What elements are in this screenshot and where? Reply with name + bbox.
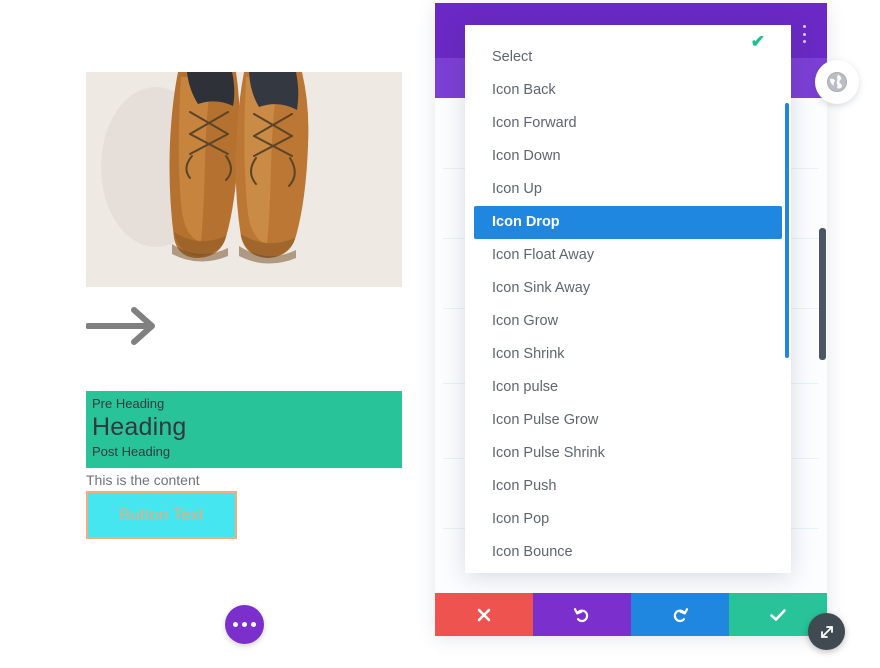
dropdown-option[interactable]: Icon Pulse Grow [465,404,791,437]
dropdown-option[interactable]: Icon Pop [465,503,791,536]
dropdown-option-label: Icon Float Away [492,247,595,263]
dropdown-option[interactable]: Icon Shrink [465,338,791,371]
undo-icon [573,607,589,622]
dropdown-option-label: Icon Pop [492,511,550,527]
dropdown-option[interactable]: Icon Bounce [465,536,791,569]
dropdown-option-label: Icon Drop [492,214,560,230]
ellipsis-dot-1 [233,622,238,627]
dropdown-options[interactable]: Select ✔ Icon Back Icon Forward Icon Down Ico… [465,25,791,569]
dropdown-scrollbar[interactable] [785,103,789,358]
dropdown-option-label: Icon Back [492,82,556,98]
check-icon: ✔ [750,32,765,51]
dropdown-option-label: Icon Forward [492,115,577,131]
content-text: This is the content [86,472,200,488]
dropdown-option[interactable]: Icon Up [465,173,791,206]
resize-handle-icon[interactable] [808,613,845,650]
screen-root: Pre Heading Heading Post Heading This is… [0,0,880,668]
dropdown-option[interactable]: Icon Forward [465,107,791,140]
arrow-right-glyph [85,307,155,345]
kebab-dot-1 [802,25,806,28]
dropdown-option-label: Icon Shrink [492,346,565,362]
cta-button[interactable]: Button Text [86,491,237,539]
dropdown-option-label: Icon pulse [492,379,559,395]
dropdown-option[interactable]: Icon Float Away [465,239,791,272]
dropdown-option[interactable]: Icon Drop [474,206,782,239]
dropdown-option[interactable]: Icon Back [465,74,791,107]
dropdown-option[interactable]: Select ✔ [465,32,791,74]
globe-glyph [827,72,847,92]
dropdown-option[interactable]: Icon Down [465,140,791,173]
kebab-dot-3 [802,40,806,43]
arrow-right-icon [85,305,206,375]
ellipsis-dot-3 [251,622,256,627]
modal-action-bar [435,593,827,636]
dropdown-option[interactable]: Icon Grow [465,305,791,338]
dropdown-option-label: Icon Grow [492,313,559,329]
cta-button-label: Button Text [119,505,204,524]
dropdown-option[interactable]: Icon Pulse Shrink [465,437,791,470]
heading-module[interactable]: Pre Heading Heading Post Heading [86,391,402,468]
page-title: Heading [92,413,187,441]
boots-illustration [86,72,402,287]
close-icon [477,608,491,621]
panel-scrollbar[interactable] [819,228,826,360]
dropdown-option[interactable]: Icon Push [465,470,791,503]
dropdown-option-label: Icon Bounce [492,544,573,560]
close-button[interactable] [435,593,533,636]
dropdown-option-label: Icon Down [492,148,561,164]
redo-button[interactable] [631,593,729,636]
resize-arrows-glyph [820,625,833,638]
globe-icon[interactable] [815,60,859,104]
dropdown-option-label: Icon Push [492,478,557,494]
post-heading-text: Post Heading [92,444,171,459]
pre-heading-text: Pre Heading [92,396,165,411]
redo-icon [673,607,689,622]
ellipsis-dot-2 [242,622,247,627]
dropdown-option-label: Icon Pulse Shrink [492,445,605,461]
dropdown-option[interactable]: Icon Sink Away [465,272,791,305]
check-icon [770,608,786,621]
animation-dropdown-list[interactable]: Select ✔ Icon Back Icon Forward Icon Down Ico… [465,25,791,573]
boots-image[interactable] [86,72,402,287]
undo-button[interactable] [533,593,631,636]
dropdown-option-label: Icon Up [492,181,542,197]
kebab-dot-2 [802,32,806,36]
dropdown-option-label: Icon Pulse Grow [492,412,599,428]
dropdown-option[interactable]: Icon pulse [465,371,791,404]
dropdown-option-label: Select [492,49,533,65]
ellipsis-fab-button[interactable] [225,605,264,644]
more-vertical-icon[interactable] [797,25,811,43]
dropdown-option-label: Icon Sink Away [492,280,591,296]
page-canvas: Pre Heading Heading Post Heading This is… [0,0,440,668]
